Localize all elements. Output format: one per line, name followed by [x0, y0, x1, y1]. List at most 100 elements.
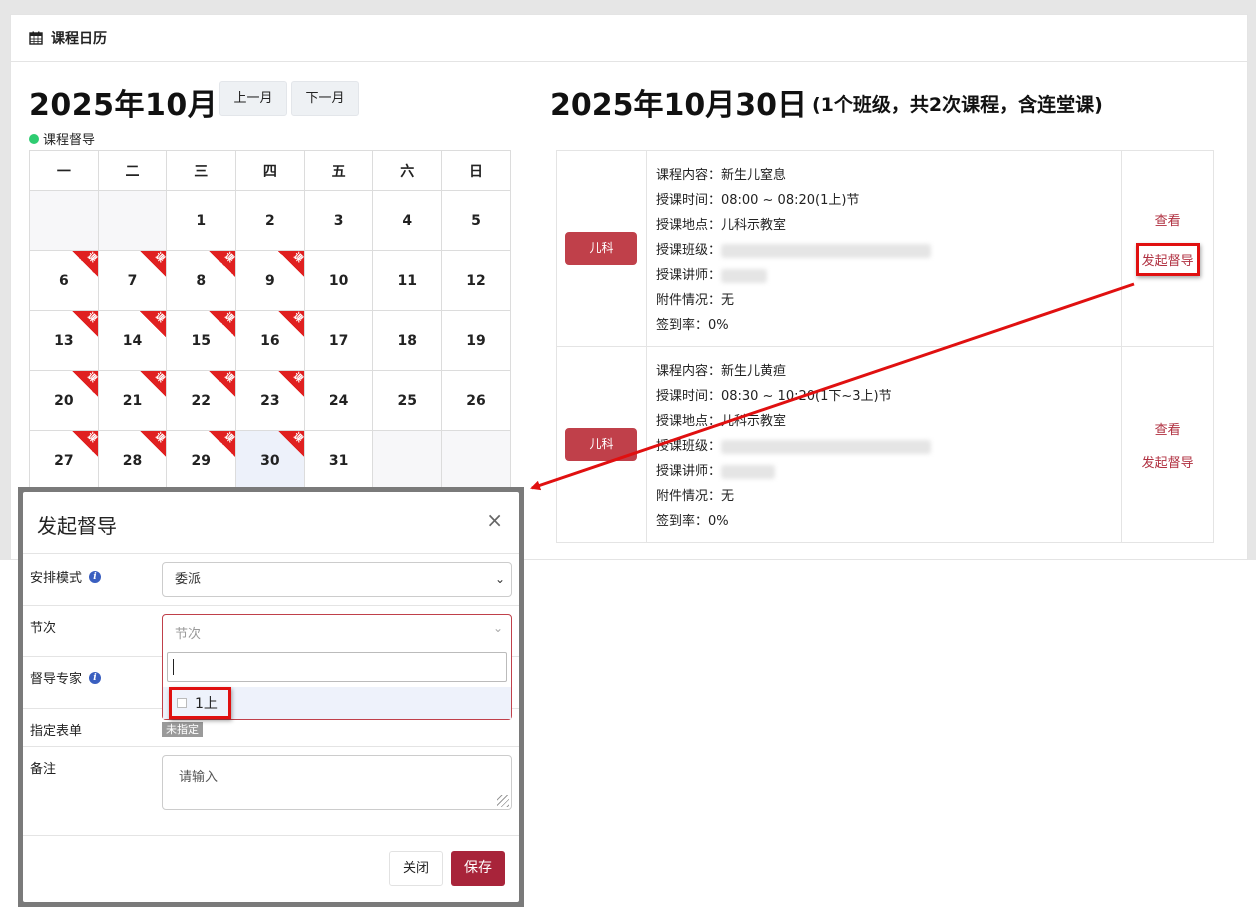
card-header: 课程日历 [11, 15, 1247, 62]
resize-grip-icon[interactable] [497, 795, 509, 807]
course-teacher: 授课讲师： [656, 459, 1121, 484]
course-attachment: 附件情况：无 [655, 489, 734, 504]
calendar-day[interactable]: 8课 [166, 250, 237, 311]
day-number: 19 [466, 332, 486, 349]
calendar-day[interactable]: 30 课 [235, 430, 305, 491]
expert-label-text: 督导专家 [30, 672, 83, 687]
calendar-empty-day [29, 190, 99, 251]
calendar-day[interactable]: 14 课 [97, 310, 168, 371]
course-content: 课程内容：新生儿黄疸 [655, 364, 786, 379]
day-number: 12 [466, 272, 486, 289]
mode-select[interactable]: 委派 ⌄ [162, 562, 512, 597]
weekday-header: 四 [235, 150, 305, 191]
day-number: 29 [191, 452, 211, 469]
calendar-day[interactable]: 7课 [97, 250, 168, 311]
ribbon-label: 课 [290, 431, 304, 445]
day-number: 30 [260, 452, 280, 469]
calendar-day[interactable]: 10 [303, 250, 374, 311]
calendar-day[interactable]: 18 [372, 310, 443, 371]
calendar-day[interactable]: 2 [235, 190, 305, 251]
mode-label-text: 安排模式 [30, 571, 83, 586]
calendar-day[interactable]: 28 课 [97, 430, 168, 491]
calendar-day[interactable]: 11 [372, 250, 443, 311]
day-number: 28 [122, 452, 143, 469]
calendar-day[interactable]: 1 [166, 190, 237, 251]
calendar-day[interactable]: 26 [441, 370, 511, 431]
course-ribbon-icon: 课 [140, 371, 166, 397]
legend-label: 课程督导 [43, 133, 96, 148]
calendar-day[interactable]: 21 课 [97, 370, 168, 431]
checkbox-icon[interactable] [177, 698, 187, 708]
view-link[interactable]: 查看 [1122, 210, 1213, 229]
course-ribbon-icon: 课 [277, 311, 304, 337]
ribbon-label: 课 [290, 251, 304, 265]
day-number: 14 [122, 332, 143, 349]
chevron-down-icon[interactable]: ⌄ [493, 621, 503, 635]
calendar-day[interactable]: 20 课 [29, 370, 99, 431]
weekday-header: 六 [372, 150, 443, 191]
calendar-day[interactable]: 16 课 [235, 310, 305, 371]
calendar-day[interactable]: 15 课 [166, 310, 237, 371]
weekday-header: 五 [303, 150, 374, 191]
dialog-header-divider [23, 553, 519, 554]
card-title: 课程日历 [51, 31, 107, 47]
class-value-redacted [720, 439, 931, 454]
calendar-day[interactable]: 6课 [29, 250, 99, 311]
ribbon-label: 课 [221, 251, 236, 265]
remark-label: 备注 [30, 762, 57, 777]
ribbon-label: 课 [221, 311, 236, 325]
day-number: 6 [58, 272, 69, 289]
section-search-input[interactable] [167, 652, 507, 682]
remark-textarea[interactable]: 请输入 [162, 755, 512, 810]
course-location: 授课地点：儿科示教室 [655, 414, 786, 429]
ribbon-label: 课 [290, 371, 304, 385]
calendar-day[interactable]: 27 课 [29, 430, 99, 491]
calendar-day[interactable]: 24 [303, 370, 374, 431]
teacher-label: 授课讲师： [655, 268, 721, 283]
save-button[interactable]: 保存 [451, 851, 505, 886]
close-icon[interactable]: × [486, 508, 503, 532]
dept-badge[interactable]: 儿科 [565, 428, 638, 461]
calendar-day[interactable]: 9课 [235, 250, 305, 311]
info-icon[interactable]: i [89, 570, 102, 583]
section-placeholder: 节次 [175, 627, 202, 642]
course-teacher: 授课讲师： [656, 263, 1121, 288]
calendar-empty-day [372, 430, 443, 491]
ribbon-label: 课 [153, 371, 167, 385]
start-supervision-link[interactable]: 发起督导 [1135, 242, 1200, 276]
day-number: 26 [466, 392, 486, 409]
next-month-button[interactable]: 下一月 [291, 81, 359, 116]
course-ribbon-icon: 课 [71, 371, 98, 397]
calendar-icon [29, 31, 43, 45]
calendar-day[interactable]: 13 课 [29, 310, 99, 371]
row-divider [23, 746, 519, 747]
calendar-day[interactable]: 23 课 [235, 370, 305, 431]
course-ribbon-icon: 课 [71, 431, 98, 457]
calendar-day[interactable]: 17 [303, 310, 374, 371]
calendar-day[interactable]: 12 [441, 250, 511, 311]
section-option[interactable]: 1上 [163, 687, 511, 719]
section-multiselect[interactable]: 节次 ⌄ 1上 [162, 614, 512, 720]
course-ribbon-icon: 课 [140, 311, 166, 337]
prev-month-button[interactable]: 上一月 [219, 81, 287, 116]
calendar-day[interactable]: 25 [372, 370, 443, 431]
calendar-day[interactable]: 22 课 [166, 370, 237, 431]
calendar-day[interactable]: 3 [303, 190, 374, 251]
course-ribbon-icon: 课 [140, 431, 166, 457]
view-link[interactable]: 查看 [1122, 419, 1213, 438]
start-supervision-link[interactable]: 发起督导 [1122, 452, 1213, 471]
course-ribbon-icon: 课 [209, 311, 235, 337]
calendar-day[interactable]: 29 课 [166, 430, 237, 491]
calendar-day[interactable]: 31 [303, 430, 374, 491]
info-icon[interactable]: i [89, 671, 102, 684]
day-number: 9 [265, 272, 275, 289]
day-number: 11 [397, 272, 418, 289]
calendar-day[interactable]: 4 [372, 190, 443, 251]
ribbon-label: 课 [153, 311, 167, 325]
calendar-day[interactable]: 5 [441, 190, 511, 251]
highlighted-option[interactable]: 1上 [169, 687, 231, 719]
calendar-day[interactable]: 19 [441, 310, 511, 371]
close-button[interactable]: 关闭 [389, 851, 443, 886]
dept-badge[interactable]: 儿科 [565, 232, 638, 265]
course-time: 授课时间：08:30 ~ 10:20(1下~3上)节 [655, 389, 892, 404]
